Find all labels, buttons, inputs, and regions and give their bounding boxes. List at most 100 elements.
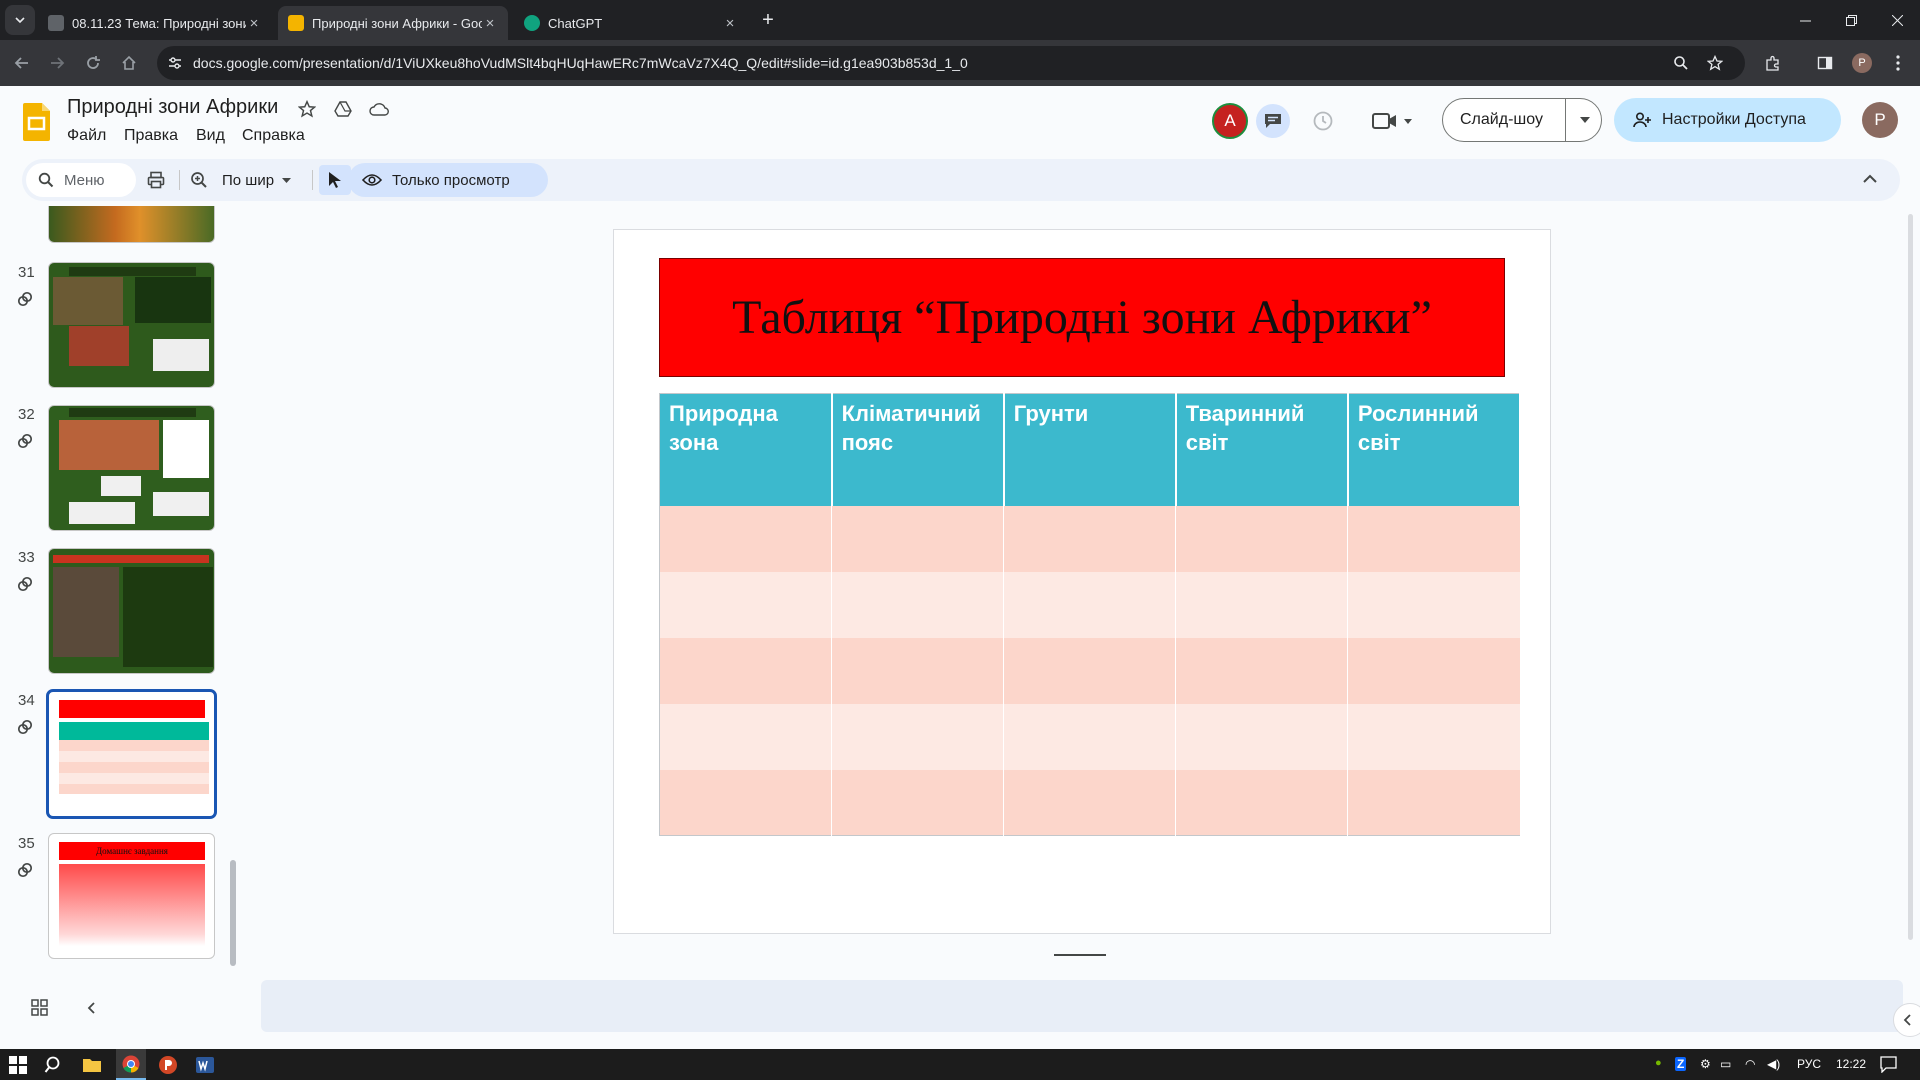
close-tab-icon[interactable]: ×	[482, 15, 498, 32]
table-row	[659, 703, 1521, 770]
slide-thumbnail-32[interactable]	[48, 405, 215, 531]
table-cell	[1347, 505, 1521, 572]
wifi-icon[interactable]: ◠	[1745, 1057, 1755, 1071]
file-explorer-icon[interactable]	[82, 1055, 102, 1075]
input-language[interactable]: РУС	[1797, 1057, 1821, 1071]
table-cell	[659, 703, 833, 770]
slide-thumbnail-31[interactable]	[48, 262, 215, 388]
version-history-icon[interactable]	[1312, 110, 1334, 132]
star-icon[interactable]	[298, 100, 316, 118]
side-panel-button[interactable]	[1810, 48, 1840, 78]
chevron-up-icon[interactable]	[1863, 174, 1877, 183]
site-info-icon[interactable]	[168, 56, 182, 70]
bookmark-star-icon[interactable]	[1707, 55, 1723, 71]
volume-icon[interactable]: ◀)	[1767, 1057, 1780, 1071]
toolbar-divider	[312, 170, 313, 190]
slide-thumbnail-33[interactable]	[48, 548, 215, 674]
slideshow-button[interactable]: Слайд-шоу	[1442, 98, 1602, 142]
slide-canvas: Таблиця “Природні зони Африки” Природна …	[613, 229, 1551, 934]
slides-logo-icon[interactable]	[23, 103, 50, 141]
thumbnail-body	[59, 864, 205, 946]
back-button[interactable]	[7, 48, 37, 78]
cursor-arrow-icon	[329, 172, 341, 188]
arrow-left-icon	[14, 57, 28, 69]
table-row	[659, 571, 1521, 638]
notification-icon[interactable]	[1880, 1056, 1897, 1073]
menu-edit[interactable]: Правка	[124, 127, 178, 145]
link-icon	[17, 576, 33, 592]
table-cell	[659, 637, 833, 704]
collapse-panel-icon[interactable]	[87, 1002, 95, 1014]
canvas-scrollbar[interactable]	[1908, 214, 1913, 940]
view-only-badge[interactable]: Только просмотр	[348, 163, 548, 197]
gpu-tray-icon[interactable]: ●	[1655, 1057, 1662, 1069]
home-button[interactable]	[114, 48, 144, 78]
table-cell	[659, 769, 833, 836]
comments-button[interactable]	[1256, 104, 1290, 138]
slide-thumbnail-35[interactable]: Домашнє завдання	[48, 833, 215, 959]
side-panel-toggle[interactable]	[1893, 1003, 1920, 1037]
tab-presentation[interactable]: Природні зони Африки - Goo ×	[278, 6, 508, 40]
new-tab-button[interactable]: +	[753, 5, 783, 35]
extensions-button[interactable]	[1758, 48, 1788, 78]
browser-toolbar: docs.google.com/presentation/d/1ViUXkeu8…	[0, 40, 1920, 86]
table-cell	[1003, 769, 1177, 836]
speaker-notes-area[interactable]	[261, 980, 1903, 1032]
table-cell	[659, 505, 833, 572]
move-to-drive-icon[interactable]	[334, 100, 352, 118]
menu-help[interactable]: Справка	[242, 127, 305, 145]
filmstrip-scrollbar[interactable]	[230, 860, 236, 966]
profile-button[interactable]: P	[1847, 48, 1877, 78]
cloud-status-icon[interactable]	[369, 101, 389, 117]
menu-view[interactable]: Вид	[196, 127, 225, 145]
select-tool-button[interactable]	[319, 165, 351, 195]
meet-button[interactable]	[1372, 108, 1416, 134]
word-icon[interactable]	[195, 1055, 215, 1075]
close-window-button[interactable]	[1874, 0, 1920, 40]
menu-search-field[interactable]: Меню	[26, 163, 136, 197]
battery-icon[interactable]: ▭	[1720, 1057, 1731, 1071]
reload-button[interactable]	[78, 48, 108, 78]
slide-title-banner: Таблиця “Природні зони Африки”	[659, 258, 1505, 377]
zoom-select[interactable]: По шир	[222, 169, 292, 191]
slide-number: 31	[18, 264, 35, 281]
hardware-tray-icon[interactable]: ⚙	[1700, 1057, 1711, 1071]
minimize-button[interactable]	[1782, 0, 1828, 40]
address-bar[interactable]: docs.google.com/presentation/d/1ViUXkeu8…	[157, 46, 1745, 80]
slide-thumbnail-30[interactable]	[48, 206, 215, 243]
zones-table: Природна зона Кліматичний пояс Грунти Тв…	[659, 393, 1522, 836]
tab-lesson[interactable]: 08.11.23 Тема: Природні зони ×	[38, 6, 272, 40]
slide-number: 35	[18, 835, 35, 852]
powerpoint-icon[interactable]	[158, 1055, 178, 1075]
table-cell	[1003, 571, 1177, 638]
share-button[interactable]: Настройки Доступа	[1614, 98, 1841, 142]
document-title[interactable]: Природні зони Африки	[67, 96, 278, 119]
zoom-tray-icon[interactable]: Z	[1675, 1057, 1687, 1071]
menu-file[interactable]: Файл	[67, 127, 106, 145]
browser-menu-button[interactable]	[1883, 48, 1913, 78]
chrome-taskbar-item[interactable]	[116, 1049, 146, 1080]
speaker-notes-resize-handle[interactable]	[1054, 954, 1106, 956]
print-icon[interactable]	[147, 171, 165, 189]
zoom-in-icon[interactable]	[190, 171, 208, 189]
grid-view-icon[interactable]	[31, 999, 48, 1016]
chatgpt-favicon-icon	[524, 15, 540, 31]
search-icon[interactable]	[44, 1055, 64, 1075]
home-icon	[122, 55, 136, 70]
zoom-icon[interactable]	[1673, 55, 1689, 71]
thumbnail-title: Домашнє завдання	[96, 846, 168, 856]
windows-start-icon[interactable]	[8, 1055, 28, 1075]
tab-search-button[interactable]	[5, 5, 35, 35]
restore-button[interactable]	[1828, 0, 1874, 40]
collaborator-avatar[interactable]: A	[1212, 103, 1248, 139]
tab-chatgpt[interactable]: ChatGPT ×	[514, 6, 748, 40]
link-icon	[17, 291, 33, 307]
slideshow-divider	[1565, 99, 1566, 141]
slide-thumbnail-34[interactable]	[46, 689, 217, 819]
account-avatar[interactable]: P	[1862, 102, 1898, 138]
caret-down-icon[interactable]	[1580, 117, 1590, 123]
clock[interactable]: 12:22	[1836, 1057, 1866, 1071]
forward-button[interactable]	[42, 48, 72, 78]
close-tab-icon[interactable]: ×	[722, 15, 738, 32]
close-tab-icon[interactable]: ×	[246, 15, 262, 32]
